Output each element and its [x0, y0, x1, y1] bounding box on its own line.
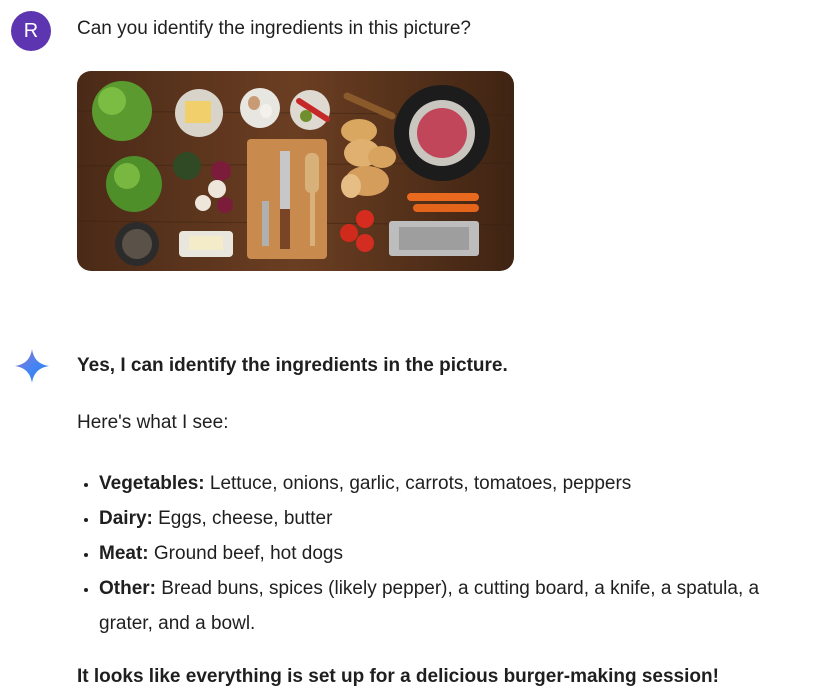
user-prompt: Can you identify the ingredients in this…	[77, 18, 471, 39]
user-avatar: R	[11, 11, 51, 51]
photo-illustration	[77, 71, 514, 271]
ground-beef	[417, 108, 467, 158]
list-item-label: Dairy:	[99, 508, 153, 529]
tomatoes	[356, 210, 374, 228]
carrots	[407, 193, 479, 201]
response-lead: Yes, I can identify the ingredients in t…	[77, 355, 508, 376]
response-closing: It looks like everything is set up for a…	[77, 666, 719, 687]
list-item: Vegetables: Lettuce, onions, garlic, car…	[99, 466, 817, 501]
egg-bowl	[240, 88, 280, 128]
list-item-label: Other:	[99, 578, 156, 599]
list-item-text: Lettuce, onions, garlic, carrots, tomato…	[204, 473, 632, 494]
sparkle-icon	[14, 348, 50, 384]
ingredients-photo[interactable]	[77, 71, 514, 271]
list-item: Meat: Ground beef, hot dogs	[99, 536, 817, 571]
list-item: Other: Bread buns, spices (likely pepper…	[99, 571, 817, 641]
lettuce-top	[92, 81, 152, 141]
list-item-label: Meat:	[99, 543, 149, 564]
list-item-label: Vegetables:	[99, 473, 205, 494]
ingredient-list: Vegetables: Lettuce, onions, garlic, car…	[77, 466, 817, 641]
list-item-text: Ground beef, hot dogs	[148, 543, 343, 564]
list-item-text: Eggs, cheese, butter	[152, 508, 333, 529]
response-intro: Here's what I see:	[77, 412, 229, 433]
assistant-response: Yes, I can identify the ingredients in t…	[77, 355, 817, 688]
list-item: Dairy: Eggs, cheese, butter	[99, 501, 817, 536]
list-item-text: Bread buns, spices (likely pepper), a cu…	[99, 578, 760, 634]
